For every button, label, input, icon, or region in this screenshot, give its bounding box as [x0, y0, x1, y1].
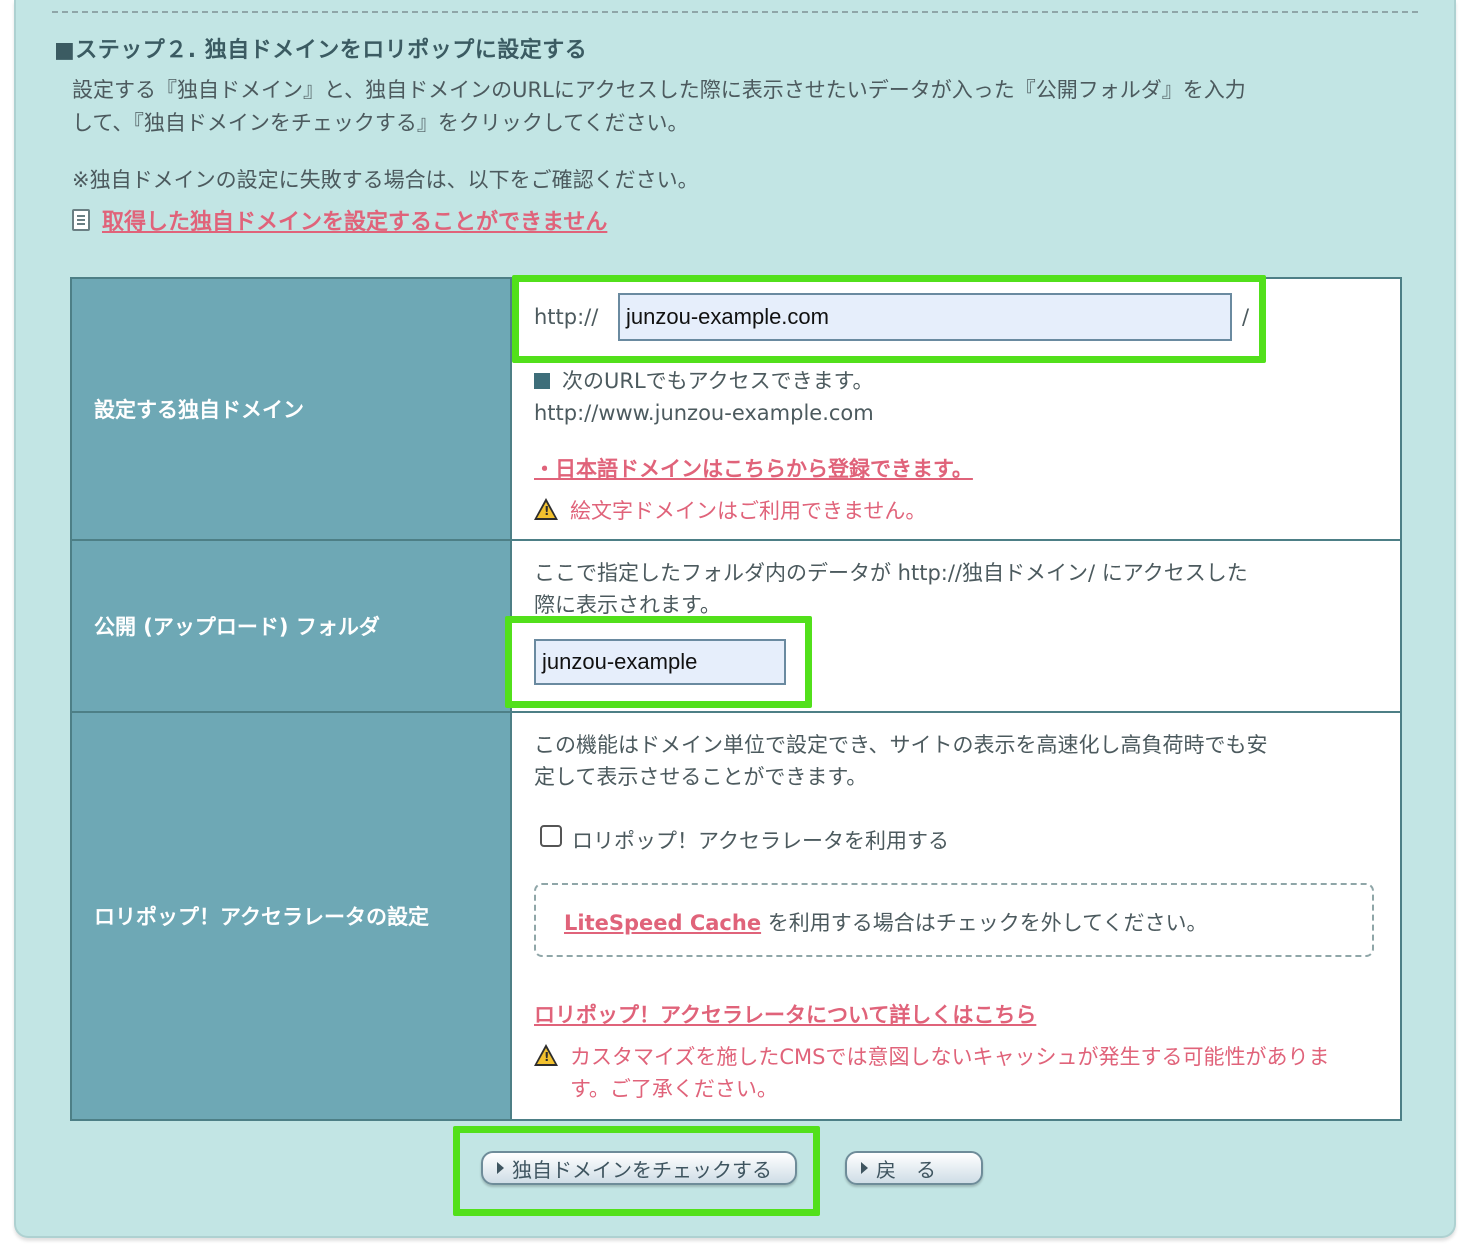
cache-warning: ! カスタマイズを施したCMSでは意図しないキャッシュが発生する可能性がありま: [534, 1041, 1329, 1071]
accelerator-checkbox-label[interactable]: ロリポップ！アクセラレータを利用する: [572, 825, 949, 855]
back-button[interactable]: 戻 る: [845, 1151, 983, 1185]
accelerator-description-line1: この機能はドメイン単位で設定でき、サイトの表示を高速化し高負荷時でも安: [534, 733, 1268, 757]
cache-warning-line2: す。ご了承ください。: [570, 1077, 778, 1101]
help-link-row: 取得した独自ドメインを設定することができません: [72, 204, 607, 236]
accelerator-row: ロリポップ！アクセラレータの設定 この機能はドメイン単位で設定でき、サイトの表示…: [72, 713, 1400, 1119]
accelerator-detail-link[interactable]: ロリポップ！アクセラレータについて詳しくはこちら: [534, 999, 1036, 1029]
accelerator-cell: この機能はドメイン単位で設定でき、サイトの表示を高速化し高負荷時でも安 定して表…: [512, 713, 1400, 1119]
step-description-line2: して、『独自ドメインをチェックする』をクリックしてください。: [72, 111, 689, 135]
folder-description-line2: 際に表示されます。: [534, 593, 721, 617]
step-description-line1: 設定する『独自ドメイン』と、独自ドメインのURLにアクセスした際に表示させたいデ…: [72, 78, 1246, 102]
folder-input-highlight: [505, 616, 812, 708]
domain-label: 設定する独自ドメイン: [72, 279, 512, 539]
divider: [52, 11, 1418, 13]
litespeed-note-box: LiteSpeed Cache を利用する場合はチェックを外してください。: [534, 883, 1374, 957]
folder-label: 公開 (アップロード) フォルダ: [72, 541, 512, 711]
failure-note: ※独自ドメインの設定に失敗する場合は、以下をご確認ください。: [72, 168, 699, 192]
accelerator-label: ロリポップ！アクセラレータの設定: [72, 713, 512, 1119]
step-description: 設定する『独自ドメイン』と、独自ドメインのURLにアクセスした際に表示させたいデ…: [72, 74, 1432, 140]
accelerator-checkbox[interactable]: [540, 825, 562, 847]
folder-description-line1: ここで指定したフォルダ内のデータが http://独自ドメイン/ にアクセスした: [534, 561, 1248, 585]
help-link[interactable]: 取得した独自ドメインを設定することができません: [102, 204, 607, 236]
document-icon: [72, 209, 90, 231]
litespeed-link[interactable]: LiteSpeed Cache: [564, 911, 761, 935]
check-domain-button[interactable]: 独自ドメインをチェックする: [481, 1151, 797, 1185]
japanese-domain-link[interactable]: ・日本語ドメインはこちらから登録できます。: [534, 453, 973, 483]
www-note: 次のURLでもアクセスできます。: [534, 365, 874, 395]
square-bullet-icon: [534, 373, 550, 389]
play-triangle-icon: [497, 1162, 504, 1174]
domain-input-highlight: [512, 275, 1266, 363]
play-triangle-icon: [861, 1162, 868, 1174]
www-url: http://www.junzou-example.com: [534, 401, 874, 425]
warning-icon: !: [534, 1044, 558, 1066]
emoji-warning: ! 絵文字ドメインはご利用できません。: [534, 495, 926, 525]
litespeed-note: LiteSpeed Cache を利用する場合はチェックを外してください。: [564, 911, 1208, 935]
step-title: ■ステップ２. 独自ドメインをロリポップに設定する: [54, 38, 588, 63]
accelerator-description-line2: 定して表示させることができます。: [534, 765, 868, 789]
warning-icon: !: [534, 498, 558, 520]
